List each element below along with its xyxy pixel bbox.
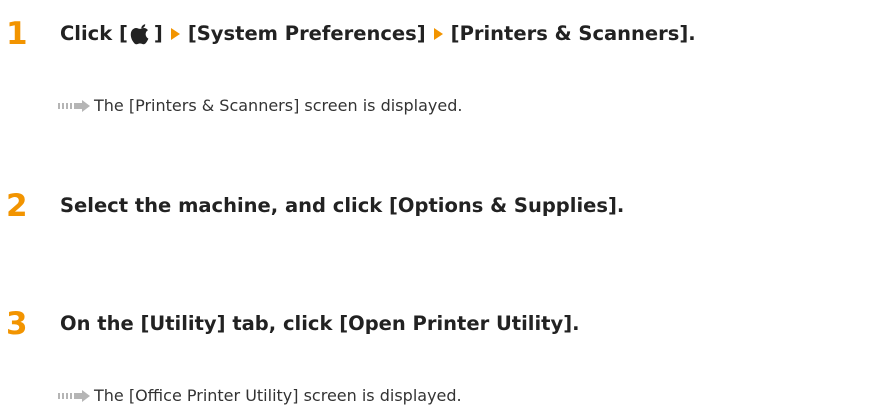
step-title-text: [Printers & Scanners]. xyxy=(450,22,696,45)
apple-icon xyxy=(130,22,152,46)
result-arrow-icon xyxy=(58,100,92,112)
step-title: On the [Utility] tab, click [Open Printe… xyxy=(60,312,580,335)
result-text: The [Printers & Scanners] screen is disp… xyxy=(94,96,463,115)
step-1-result: The [Printers & Scanners] screen is disp… xyxy=(58,94,462,118)
step-number: 1 xyxy=(6,16,28,52)
step-number: 3 xyxy=(6,306,28,342)
step-title: Select the machine, and click [Options &… xyxy=(60,194,625,217)
step-1: 1 Click [ ] [System Preferences] [Printe… xyxy=(6,16,696,52)
step-title: Click [ ] [System Preferences] [Printers… xyxy=(60,16,696,52)
triangle-right-icon xyxy=(433,28,443,40)
result-text: The [Office Printer Utility] screen is d… xyxy=(94,386,462,405)
step-2: 2 Select the machine, and click [Options… xyxy=(6,188,624,224)
step-title-text: [System Preferences] xyxy=(187,22,426,45)
triangle-right-icon xyxy=(170,28,180,40)
result-arrow-icon xyxy=(58,390,92,402)
step-title-text: ] xyxy=(153,22,163,45)
step-3: 3 On the [Utility] tab, click [Open Prin… xyxy=(6,306,580,342)
step-number: 2 xyxy=(6,188,28,224)
step-title-text: Click [ xyxy=(60,22,128,45)
step-3-result: The [Office Printer Utility] screen is d… xyxy=(58,384,462,408)
